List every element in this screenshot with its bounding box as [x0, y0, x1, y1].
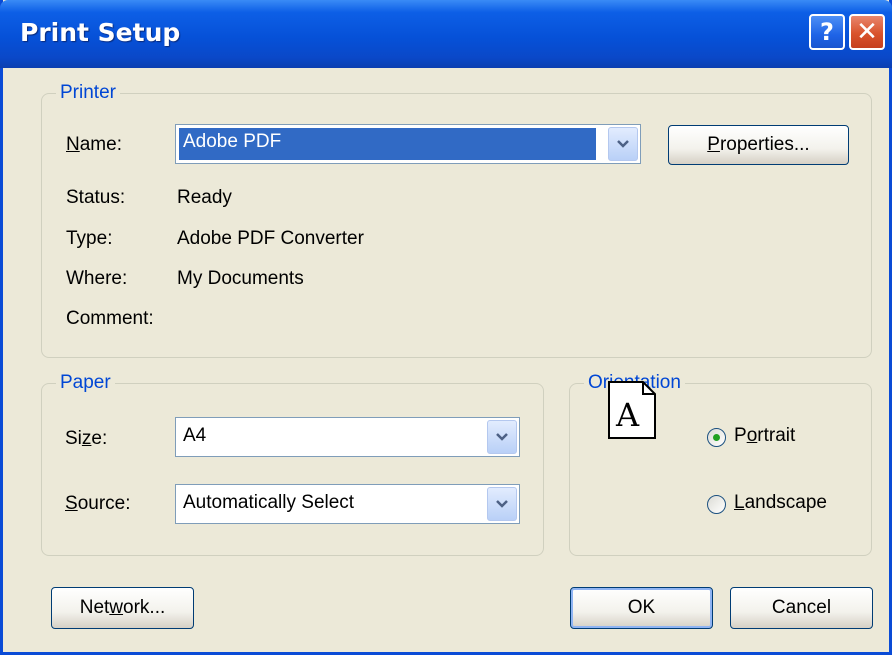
- status-label: Status:: [66, 187, 126, 208]
- paper-source-dropdown[interactable]: [487, 487, 517, 521]
- help-button[interactable]: ?: [809, 14, 845, 50]
- printer-name-select[interactable]: Adobe PDF: [175, 124, 641, 164]
- help-icon: ?: [820, 18, 834, 46]
- page-portrait-icon: A: [608, 381, 656, 439]
- close-button[interactable]: ✕: [849, 14, 885, 50]
- paper-size-dropdown[interactable]: [487, 420, 517, 454]
- radio-empty-icon[interactable]: [707, 495, 726, 514]
- portrait-label: Portrait: [734, 425, 796, 446]
- title-bar[interactable]: Print Setup ? ✕: [0, 0, 892, 68]
- portrait-option[interactable]: Portrait: [704, 425, 844, 451]
- network-button-label: Network...: [79, 597, 166, 618]
- properties-button-label: Properties...: [707, 134, 810, 155]
- page-glyph: A: [615, 396, 640, 434]
- type-value: Adobe PDF Converter: [177, 228, 364, 249]
- printer-name-value: Adobe PDF: [179, 128, 596, 160]
- where-label: Where:: [66, 268, 128, 289]
- source-label: Source:: [65, 493, 131, 514]
- paper-legend: Paper: [60, 372, 111, 393]
- paper-source-select[interactable]: Automatically Select: [175, 484, 520, 524]
- dialog-body: Printer Name: Adobe PDF Properties... St…: [3, 68, 889, 652]
- chevron-down-icon: [617, 140, 629, 148]
- network-button[interactable]: Network...: [51, 587, 194, 629]
- where-value: My Documents: [177, 268, 304, 289]
- print-setup-dialog: Print Setup ? ✕ Printer Name: Adobe PDF …: [0, 0, 892, 655]
- type-label: Type:: [66, 228, 113, 249]
- paper-size-select[interactable]: A4: [175, 417, 520, 457]
- dialog-title: Print Setup: [20, 18, 181, 47]
- landscape-option[interactable]: Landscape: [704, 492, 854, 518]
- ok-button[interactable]: OK: [570, 587, 713, 629]
- name-label: Name:: [66, 134, 122, 155]
- printer-legend: Printer: [60, 82, 116, 103]
- landscape-label: Landscape: [734, 492, 827, 513]
- paper-source-value: Automatically Select: [183, 492, 355, 513]
- close-icon: ✕: [856, 17, 878, 47]
- paper-size-value: A4: [183, 425, 207, 446]
- paper-group: Paper: [41, 372, 544, 556]
- radio-selected-icon[interactable]: [707, 428, 726, 447]
- printer-name-dropdown[interactable]: [608, 127, 638, 161]
- comment-label: Comment:: [66, 308, 154, 329]
- ok-button-label: OK: [627, 597, 656, 618]
- size-label: Size:: [65, 428, 108, 449]
- chevron-down-icon: [496, 500, 508, 508]
- chevron-down-icon: [496, 433, 508, 441]
- properties-button[interactable]: Properties...: [668, 125, 849, 165]
- cancel-button[interactable]: Cancel: [730, 587, 873, 629]
- cancel-button-label: Cancel: [771, 597, 832, 618]
- status-value: Ready: [177, 187, 232, 208]
